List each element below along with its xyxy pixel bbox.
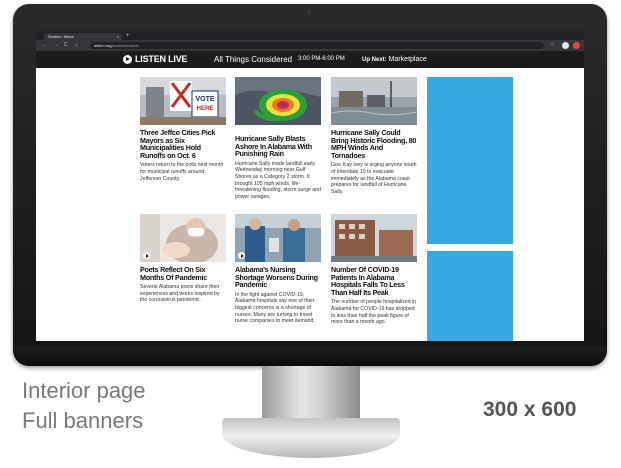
browser-toolbar: ← → C ⌂ wbhm.org/sections/news/ ☆ [36, 40, 584, 51]
story-card[interactable]: Poets Reflect On Six Months Of Pandemic … [140, 214, 226, 304]
webcam-dot [307, 10, 311, 14]
caption-full-banners: Full banners [22, 408, 144, 433]
banner-size-label: 300 x 600 [483, 398, 577, 421]
listen-live-link[interactable]: LISTEN LIVE [135, 51, 188, 68]
forward-arrow-icon[interactable]: → [53, 40, 58, 51]
current-program: All Things Considered [214, 55, 293, 64]
program-time: 3:00 PM-6:00 PM [298, 56, 345, 62]
back-arrow-icon[interactable]: ← [42, 40, 47, 51]
bookmark-star-icon[interactable]: ☆ [550, 40, 554, 51]
extension-icon[interactable] [573, 42, 580, 49]
close-tab-icon[interactable]: × [117, 33, 119, 40]
url-host: wbhm.org [94, 43, 112, 48]
monitor-stand [262, 366, 360, 422]
story-card[interactable]: Hurricane Sally Blasts Ashore In Alabama… [235, 77, 321, 200]
up-next-program: Marketplace [388, 56, 427, 63]
caption-interior-page: Interior page [22, 378, 146, 403]
nurses-photo[interactable] [235, 214, 321, 262]
tab-strip: Section: News × + [36, 31, 584, 40]
ad-banner-bottom[interactable] [427, 251, 513, 341]
story-headline[interactable]: Hurricane Sally Could Bring Historic Flo… [331, 129, 417, 159]
play-icon[interactable] [123, 55, 132, 64]
new-tab-icon[interactable]: + [126, 33, 130, 40]
monitor-frame: Section: News × + ← → C ⌂ wbhm.org/secti… [13, 4, 607, 366]
vote-sign-photo[interactable]: VOTE HERE [140, 77, 226, 125]
hospital-building-photo[interactable] [331, 214, 417, 262]
story-headline[interactable]: Hurricane Sally Blasts Ashore In Alabama… [235, 135, 321, 158]
story-headline[interactable]: Alabama's Nursing Shortage Worsens Durin… [235, 266, 321, 289]
svg-text:HERE: HERE [197, 106, 214, 112]
home-icon[interactable]: ⌂ [75, 40, 78, 51]
up-next-label: Up Next: [362, 57, 387, 63]
story-blurb: Gov. Kay Ivey is urging anyone south of … [331, 162, 417, 195]
monitor-chin [13, 346, 607, 366]
story-card[interactable]: Alabama's Nursing Shortage Worsens Durin… [235, 214, 321, 325]
svg-text:VOTE: VOTE [195, 96, 214, 103]
radar-map[interactable] [235, 77, 321, 125]
masked-caregiver-photo[interactable] [140, 214, 226, 262]
browser-tab[interactable]: Section: News × [44, 33, 122, 40]
monitor-base [222, 418, 400, 458]
story-card[interactable]: Hurricane Sally Could Bring Historic Flo… [331, 77, 417, 195]
ad-banner-top[interactable] [427, 77, 513, 244]
story-headline[interactable]: Three Jeffco Cities Pick Mayors as Six M… [140, 129, 226, 159]
story-card[interactable]: VOTE HERE Three Jeffco Cities Pick Mayor… [140, 77, 226, 182]
video-play-icon[interactable] [238, 252, 245, 259]
story-blurb: The number of people hospitalized in Ala… [331, 299, 417, 326]
profile-avatar-icon[interactable] [562, 42, 569, 49]
video-play-icon[interactable] [143, 252, 150, 259]
address-bar[interactable]: wbhm.org/sections/news/ [90, 42, 544, 49]
story-card[interactable]: Number Of COVID-19 Patients In Alabama H… [331, 214, 417, 326]
story-blurb: Voters return to the polls next month fo… [140, 162, 224, 182]
story-headline[interactable]: Number Of COVID-19 Patients In Alabama H… [331, 266, 417, 296]
browser-screen: Section: News × + ← → C ⌂ wbhm.org/secti… [36, 31, 584, 341]
story-blurb: In the fight against COVID-19, Alabama h… [235, 291, 315, 325]
tab-title: Section: News [48, 34, 74, 39]
story-blurb: Several Alabama poets share their experi… [140, 284, 220, 304]
story-blurb: Hurricane Sally made landfall early Wedn… [235, 160, 321, 200]
reload-icon[interactable]: C [64, 40, 68, 51]
up-next: Up Next: Marketplace [362, 51, 427, 69]
listen-live-bar: LISTEN LIVE All Things Considered 3:00 P… [36, 51, 584, 68]
story-headline[interactable]: Poets Reflect On Six Months Of Pandemic [140, 266, 226, 281]
url-path: /sections/news/ [111, 43, 139, 48]
coastal-storm-photo[interactable] [331, 77, 417, 125]
